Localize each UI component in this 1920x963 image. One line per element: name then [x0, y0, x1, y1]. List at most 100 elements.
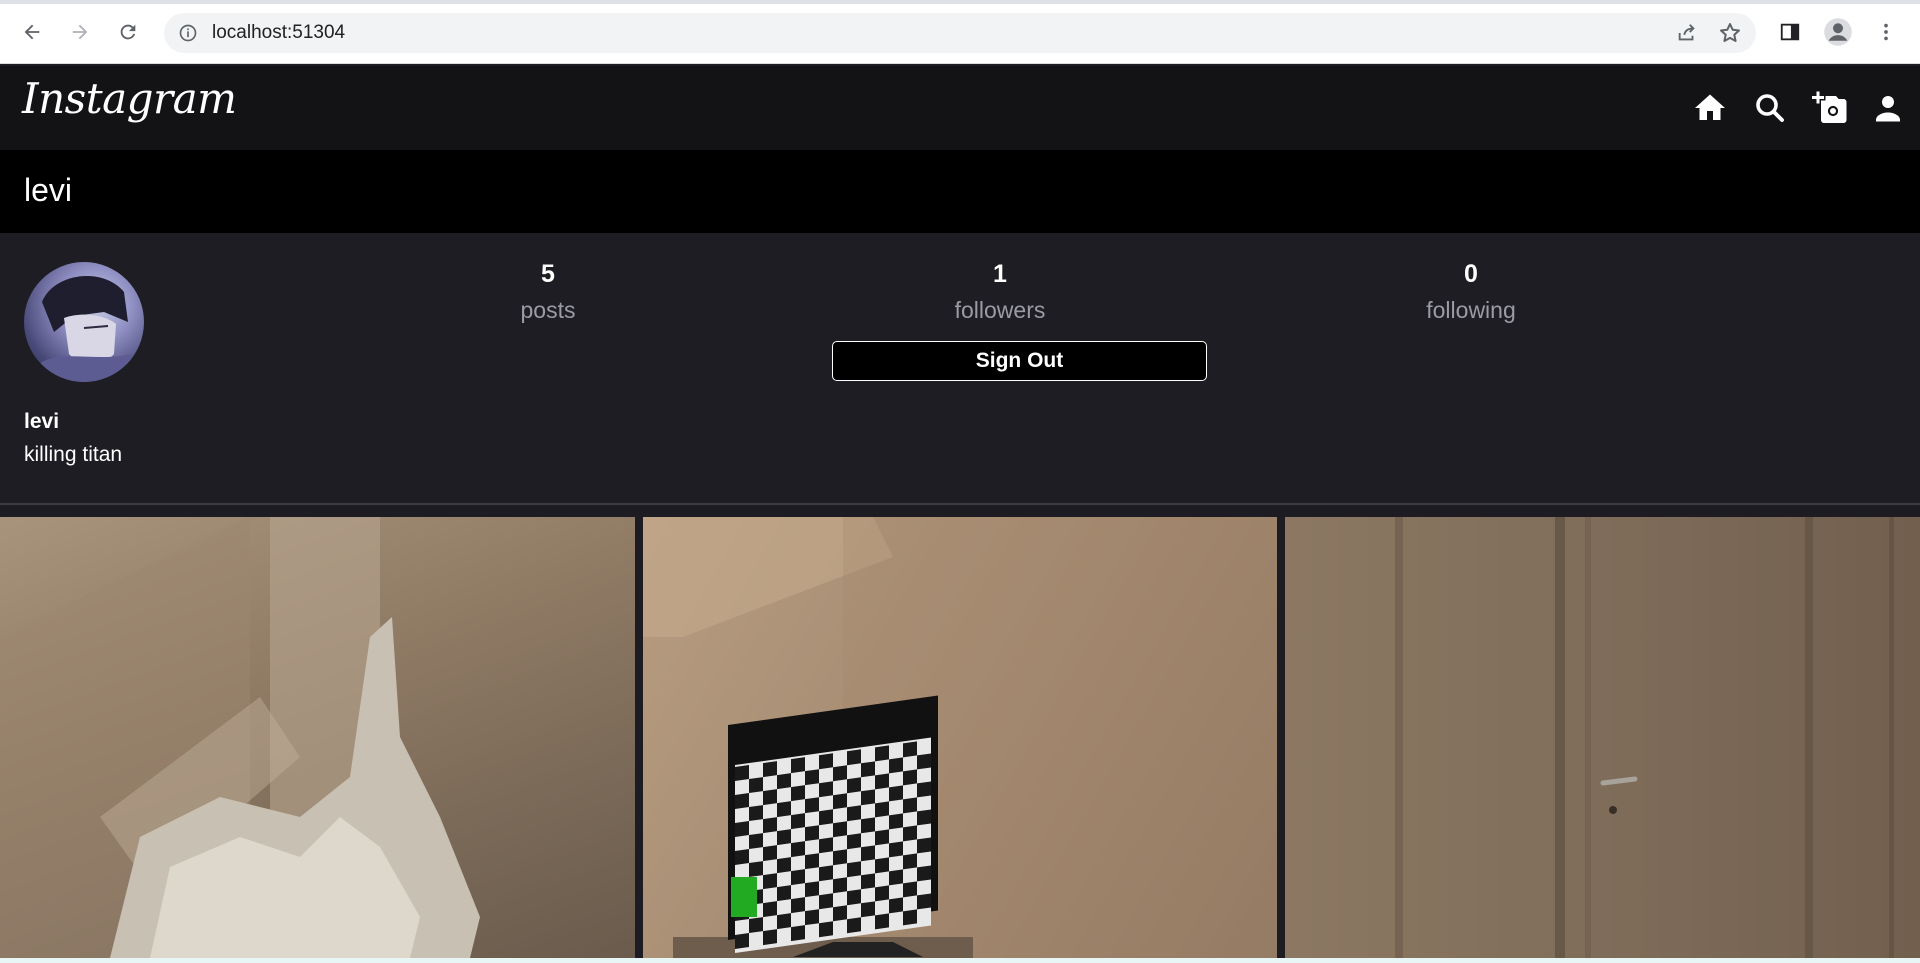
checker-square	[749, 777, 763, 794]
checker-square	[847, 833, 861, 850]
checker-square	[889, 757, 903, 774]
following-stat[interactable]: 0 following	[1371, 257, 1571, 324]
post-image	[643, 517, 1277, 958]
following-label: following	[1426, 297, 1516, 323]
checker-square	[833, 877, 847, 894]
checker-square	[791, 925, 805, 942]
checker-square	[819, 809, 833, 826]
browser-toolbar: localhost:51304	[0, 0, 1920, 64]
profile-display-name: levi	[24, 410, 60, 433]
posts-stat[interactable]: 5 posts	[448, 257, 648, 324]
tab-strip-edge	[0, 0, 1920, 4]
checker-square	[735, 765, 749, 781]
checker-square	[861, 789, 875, 806]
post-thumbnail[interactable]	[0, 517, 635, 958]
checker-square	[763, 845, 777, 862]
checker-square	[735, 793, 749, 809]
checker-square	[833, 905, 847, 922]
following-count: 0	[1464, 260, 1478, 288]
checker-square	[819, 753, 833, 770]
sign-out-button[interactable]: Sign Out	[832, 341, 1207, 381]
add-photo-icon	[1812, 91, 1847, 123]
page-title: levi	[24, 172, 73, 208]
checker-square	[875, 801, 889, 818]
followers-label: followers	[954, 297, 1046, 323]
star-icon[interactable]	[1718, 21, 1742, 45]
checker-square	[847, 749, 861, 766]
back-icon	[24, 24, 40, 40]
forward-button[interactable]	[62, 14, 98, 50]
avatar[interactable]	[24, 262, 144, 382]
back-button[interactable]	[14, 14, 50, 50]
checker-square	[805, 909, 819, 926]
reload-icon	[120, 24, 136, 40]
checker-square	[819, 893, 833, 910]
checker-square	[749, 861, 763, 878]
checker-square	[763, 817, 777, 834]
checker-square	[763, 761, 777, 778]
followers-stat[interactable]: 1 followers	[900, 257, 1100, 324]
home-icon	[1695, 94, 1725, 120]
checker-square	[903, 909, 917, 926]
checker-square	[847, 805, 861, 822]
checker-square	[875, 773, 889, 790]
forward-icon	[72, 24, 88, 40]
checker-square	[777, 857, 791, 874]
post-thumbnail[interactable]	[1285, 517, 1920, 958]
checker-square	[861, 761, 875, 778]
checker-square	[735, 821, 749, 837]
checker-square	[777, 885, 791, 902]
share-icon[interactable]	[1676, 22, 1698, 44]
checker-square	[805, 881, 819, 898]
side-panel-button[interactable]	[1772, 14, 1808, 50]
checker-square	[791, 841, 805, 858]
home-button[interactable]	[1692, 90, 1728, 126]
browser-menu-button[interactable]	[1868, 14, 1904, 50]
checker-square	[777, 801, 791, 818]
checker-square	[875, 829, 889, 846]
checker-square	[735, 849, 749, 865]
checker-square	[833, 821, 847, 838]
post-image	[0, 517, 480, 958]
profile-icon	[1876, 96, 1900, 122]
checker-square	[889, 897, 903, 914]
checker-square	[847, 889, 861, 906]
url-text[interactable]: localhost:51304	[212, 22, 345, 44]
checker-square	[861, 817, 875, 834]
checker-square	[763, 929, 777, 946]
checker-square	[791, 785, 805, 802]
checker-square	[819, 921, 833, 938]
search-button[interactable]	[1752, 90, 1788, 126]
checker-square	[749, 917, 763, 934]
checker-square	[847, 861, 861, 878]
post-image	[1395, 517, 1894, 958]
checker-square	[903, 797, 917, 814]
post-thumbnail[interactable]	[643, 517, 1277, 958]
checker-square	[749, 833, 763, 850]
checker-square	[791, 869, 805, 886]
checker-square	[791, 813, 805, 830]
checker-square	[889, 785, 903, 802]
reload-button[interactable]	[110, 14, 146, 50]
checker-square	[763, 901, 777, 918]
info-icon[interactable]	[178, 23, 198, 43]
post-grid	[0, 517, 1920, 958]
profile-button[interactable]	[1820, 14, 1856, 50]
checker-square	[917, 837, 931, 854]
checker-square	[819, 781, 833, 798]
checker-square	[903, 769, 917, 786]
address-bar[interactable]: localhost:51304	[164, 13, 1756, 53]
profile-section: 5 posts 1 followers 0 following Sign Out…	[0, 233, 1920, 505]
checker-square	[833, 849, 847, 866]
page-bottom-edge	[0, 958, 1920, 963]
add-photo-button[interactable]	[1812, 90, 1848, 126]
username-bar: levi	[0, 150, 1920, 233]
checker-square	[875, 885, 889, 902]
checker-square	[833, 793, 847, 810]
posts-label: posts	[520, 297, 576, 323]
posts-count: 5	[541, 260, 555, 288]
checker-square	[903, 825, 917, 842]
instagram-logo[interactable]: Instagram	[22, 74, 237, 123]
profile-nav-button[interactable]	[1870, 90, 1906, 126]
checker-square	[889, 813, 903, 830]
